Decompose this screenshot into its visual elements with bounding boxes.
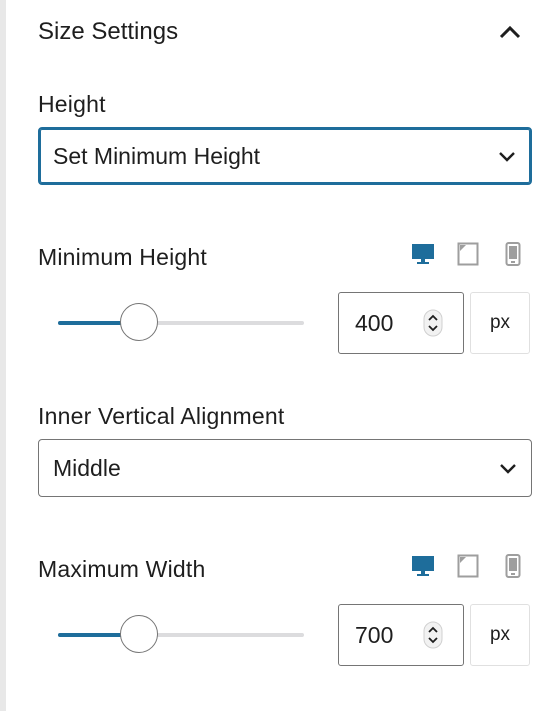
- maximum-width-unit-button[interactable]: px: [470, 604, 530, 666]
- maximum-width-slider[interactable]: [58, 615, 304, 655]
- vertical-alignment-label: Inner Vertical Alignment: [38, 403, 285, 429]
- mobile-device-button[interactable]: [500, 553, 526, 579]
- slider-thumb[interactable]: [120, 303, 159, 341]
- vertical-alignment-select[interactable]: Middle: [38, 439, 532, 497]
- minimum-height-value: 400: [355, 309, 394, 336]
- desktop-icon: [412, 244, 434, 264]
- tablet-icon: [457, 554, 479, 578]
- minimum-height-input[interactable]: 400: [338, 292, 464, 354]
- vertical-alignment-select-value: Middle: [53, 454, 121, 481]
- mobile-icon: [505, 554, 521, 578]
- section-title: Size Settings: [38, 18, 179, 45]
- chevron-down-icon: [499, 462, 517, 474]
- collapse-button[interactable]: [492, 14, 528, 50]
- spinner-arrows-icon[interactable]: [423, 621, 443, 649]
- tablet-icon: [457, 242, 479, 266]
- desktop-device-button[interactable]: [410, 553, 436, 579]
- tablet-device-button[interactable]: [455, 553, 481, 579]
- size-settings-panel: Size Settings Height Set Minimum Height …: [6, 0, 557, 711]
- chevron-down-icon: [498, 150, 516, 162]
- maximum-width-device-switcher: [410, 553, 526, 579]
- minimum-height-slider[interactable]: [58, 303, 304, 343]
- minimum-height-label: Minimum Height: [38, 244, 207, 270]
- minimum-height-unit-button[interactable]: px: [470, 292, 530, 354]
- tablet-device-button[interactable]: [455, 241, 481, 267]
- mobile-device-button[interactable]: [500, 241, 526, 267]
- desktop-icon: [412, 556, 434, 576]
- height-select[interactable]: Set Minimum Height: [38, 127, 532, 185]
- desktop-device-button[interactable]: [410, 241, 436, 267]
- maximum-width-label: Maximum Width: [38, 556, 206, 582]
- height-select-value: Set Minimum Height: [53, 142, 261, 169]
- slider-thumb[interactable]: [120, 615, 159, 653]
- maximum-width-value: 700: [355, 621, 394, 648]
- mobile-icon: [505, 242, 521, 266]
- chevron-up-icon: [499, 25, 521, 39]
- spinner-arrows-icon[interactable]: [423, 309, 443, 337]
- height-label: Height: [38, 91, 106, 117]
- minimum-height-device-switcher: [410, 241, 526, 267]
- maximum-width-input[interactable]: 700: [338, 604, 464, 666]
